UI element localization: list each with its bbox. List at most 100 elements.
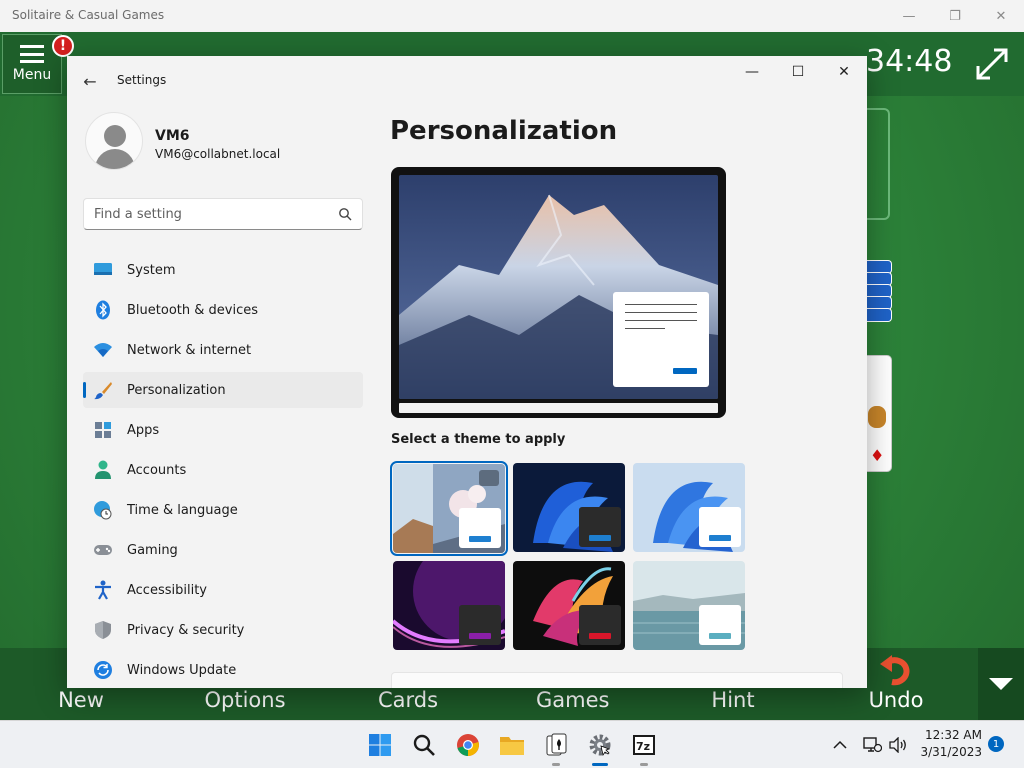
solitaire-restore-button[interactable]: ❐ [932, 0, 978, 32]
wallpaper-preview [399, 175, 718, 399]
7zip-icon[interactable]: 7z [630, 731, 658, 759]
notification-badge[interactable]: 1 [988, 736, 1004, 752]
sidebar-item-personalization[interactable]: Personalization [83, 372, 363, 408]
bluetooth-icon [93, 300, 113, 320]
sidebar-item-bluetooth[interactable]: Bluetooth & devices [83, 292, 363, 328]
sidebar-item-network[interactable]: Network & internet [83, 332, 363, 368]
sidebar-item-apps[interactable]: Apps [83, 412, 363, 448]
theme-glow[interactable] [393, 561, 505, 650]
cards-button[interactable]: Cards [378, 688, 438, 712]
avatar-head [104, 125, 126, 147]
new-game-button[interactable]: New [58, 688, 104, 712]
theme-preview [391, 167, 726, 418]
settings-close-button[interactable]: ✕ [821, 56, 867, 88]
face-card[interactable]: ♦ [866, 355, 892, 472]
themes-heading: Select a theme to apply [391, 432, 566, 447]
camera-icon[interactable] [479, 470, 499, 486]
running-indicator [552, 763, 560, 766]
settings-window: ← Settings — ☐ ✕ VM6 VM6@collabnet.local… [67, 56, 867, 688]
sidebar-item-label: Accounts [127, 462, 187, 478]
sidebar-item-privacy[interactable]: Privacy & security [83, 612, 363, 648]
sidebar-item-label: Apps [127, 422, 160, 438]
expand-toolbar-button[interactable] [978, 648, 1024, 720]
game-timer: 34:48 [866, 44, 953, 79]
search-icon [339, 208, 352, 221]
profile-name: VM6 [155, 128, 190, 144]
diamond-suit-icon: ♦ [870, 446, 885, 465]
apps-icon [93, 420, 113, 440]
sidebar-item-windows-update[interactable]: Windows Update [83, 652, 363, 688]
settings-nav: System Bluetooth & devices Network & int… [83, 252, 363, 688]
alert-badge: ! [52, 35, 74, 57]
back-arrow-icon[interactable]: ← [79, 70, 101, 92]
brush-icon [93, 380, 113, 400]
solitaire-close-button[interactable]: ✕ [978, 0, 1024, 32]
sidebar-item-time-language[interactable]: Time & language [83, 492, 363, 528]
start-icon[interactable] [366, 731, 394, 759]
theme-light-bloom[interactable] [633, 463, 745, 552]
sidebar-item-label: Bluetooth & devices [127, 302, 258, 318]
foundation-slot[interactable] [866, 108, 890, 220]
settings-minimize-button[interactable]: — [729, 56, 775, 88]
preview-window [613, 292, 709, 387]
sidebar-item-label: Personalization [127, 382, 226, 398]
undo-button[interactable]: Undo [866, 688, 926, 712]
clock-globe-icon [93, 500, 113, 520]
theme-flow[interactable] [633, 561, 745, 650]
chevron-up-icon[interactable] [828, 731, 852, 759]
hamburger-icon [20, 45, 44, 63]
gamepad-icon [93, 540, 113, 560]
sidebar-item-label: Gaming [127, 542, 178, 558]
sidebar-item-label: Privacy & security [127, 622, 245, 638]
theme-dark-bloom[interactable] [513, 463, 625, 552]
sidebar-item-label: Network & internet [127, 342, 252, 358]
search-input[interactable] [84, 199, 324, 229]
accessibility-icon [93, 580, 113, 600]
avatar[interactable] [85, 112, 143, 170]
clock-time[interactable]: 12:32 AM [918, 728, 982, 742]
volume-icon[interactable] [886, 731, 910, 759]
theme-captured-motion[interactable] [513, 561, 625, 650]
active-indicator [592, 763, 608, 766]
hint-button[interactable]: Hint [710, 688, 756, 712]
sidebar-item-accounts[interactable]: Accounts [83, 452, 363, 488]
chrome-icon[interactable] [454, 731, 482, 759]
card-back [866, 308, 892, 322]
profile-email: VM6@collabnet.local [155, 147, 281, 161]
update-icon [93, 660, 113, 680]
card-picture [868, 406, 886, 428]
avatar-body [95, 149, 135, 169]
solitaire-minimize-button[interactable]: — [886, 0, 932, 32]
sidebar-item-label: Time & language [127, 502, 238, 518]
clock-date[interactable]: 3/31/2023 [918, 745, 982, 759]
menu-label: Menu [12, 67, 52, 83]
running-indicator [640, 763, 648, 766]
sidebar-item-label: System [127, 262, 176, 278]
svg-text:7z: 7z [636, 740, 650, 753]
settings-window-title: Settings [117, 73, 167, 87]
sidebar-item-gaming[interactable]: Gaming [83, 532, 363, 568]
sidebar-item-label: Windows Update [127, 662, 237, 678]
solitaire-titlebar: Solitaire & Casual Games — ❐ ✕ [0, 0, 1024, 32]
system-icon [93, 260, 113, 280]
sidebar-item-accessibility[interactable]: Accessibility [83, 572, 363, 608]
sidebar-item-label: Accessibility [127, 582, 207, 598]
file-explorer-icon[interactable] [498, 731, 526, 759]
network-icon[interactable] [860, 731, 884, 759]
games-button[interactable]: Games [536, 688, 609, 712]
taskbar: 7z [0, 720, 1024, 768]
search-icon[interactable] [410, 731, 438, 759]
person-icon [93, 460, 113, 480]
settings-card[interactable] [391, 672, 843, 688]
settings-icon[interactable] [586, 731, 614, 759]
settings-search-box[interactable] [83, 198, 363, 230]
undo-icon[interactable] [878, 654, 914, 686]
fullscreen-icon[interactable] [972, 44, 1012, 84]
sidebar-item-system[interactable]: System [83, 252, 363, 288]
wifi-icon [93, 340, 113, 360]
solitaire-icon[interactable] [542, 731, 570, 759]
settings-maximize-button[interactable]: ☐ [775, 56, 821, 88]
options-button[interactable]: Options [204, 688, 286, 712]
solitaire-window-title: Solitaire & Casual Games [12, 8, 165, 22]
theme-spotlight[interactable] [390, 461, 508, 556]
